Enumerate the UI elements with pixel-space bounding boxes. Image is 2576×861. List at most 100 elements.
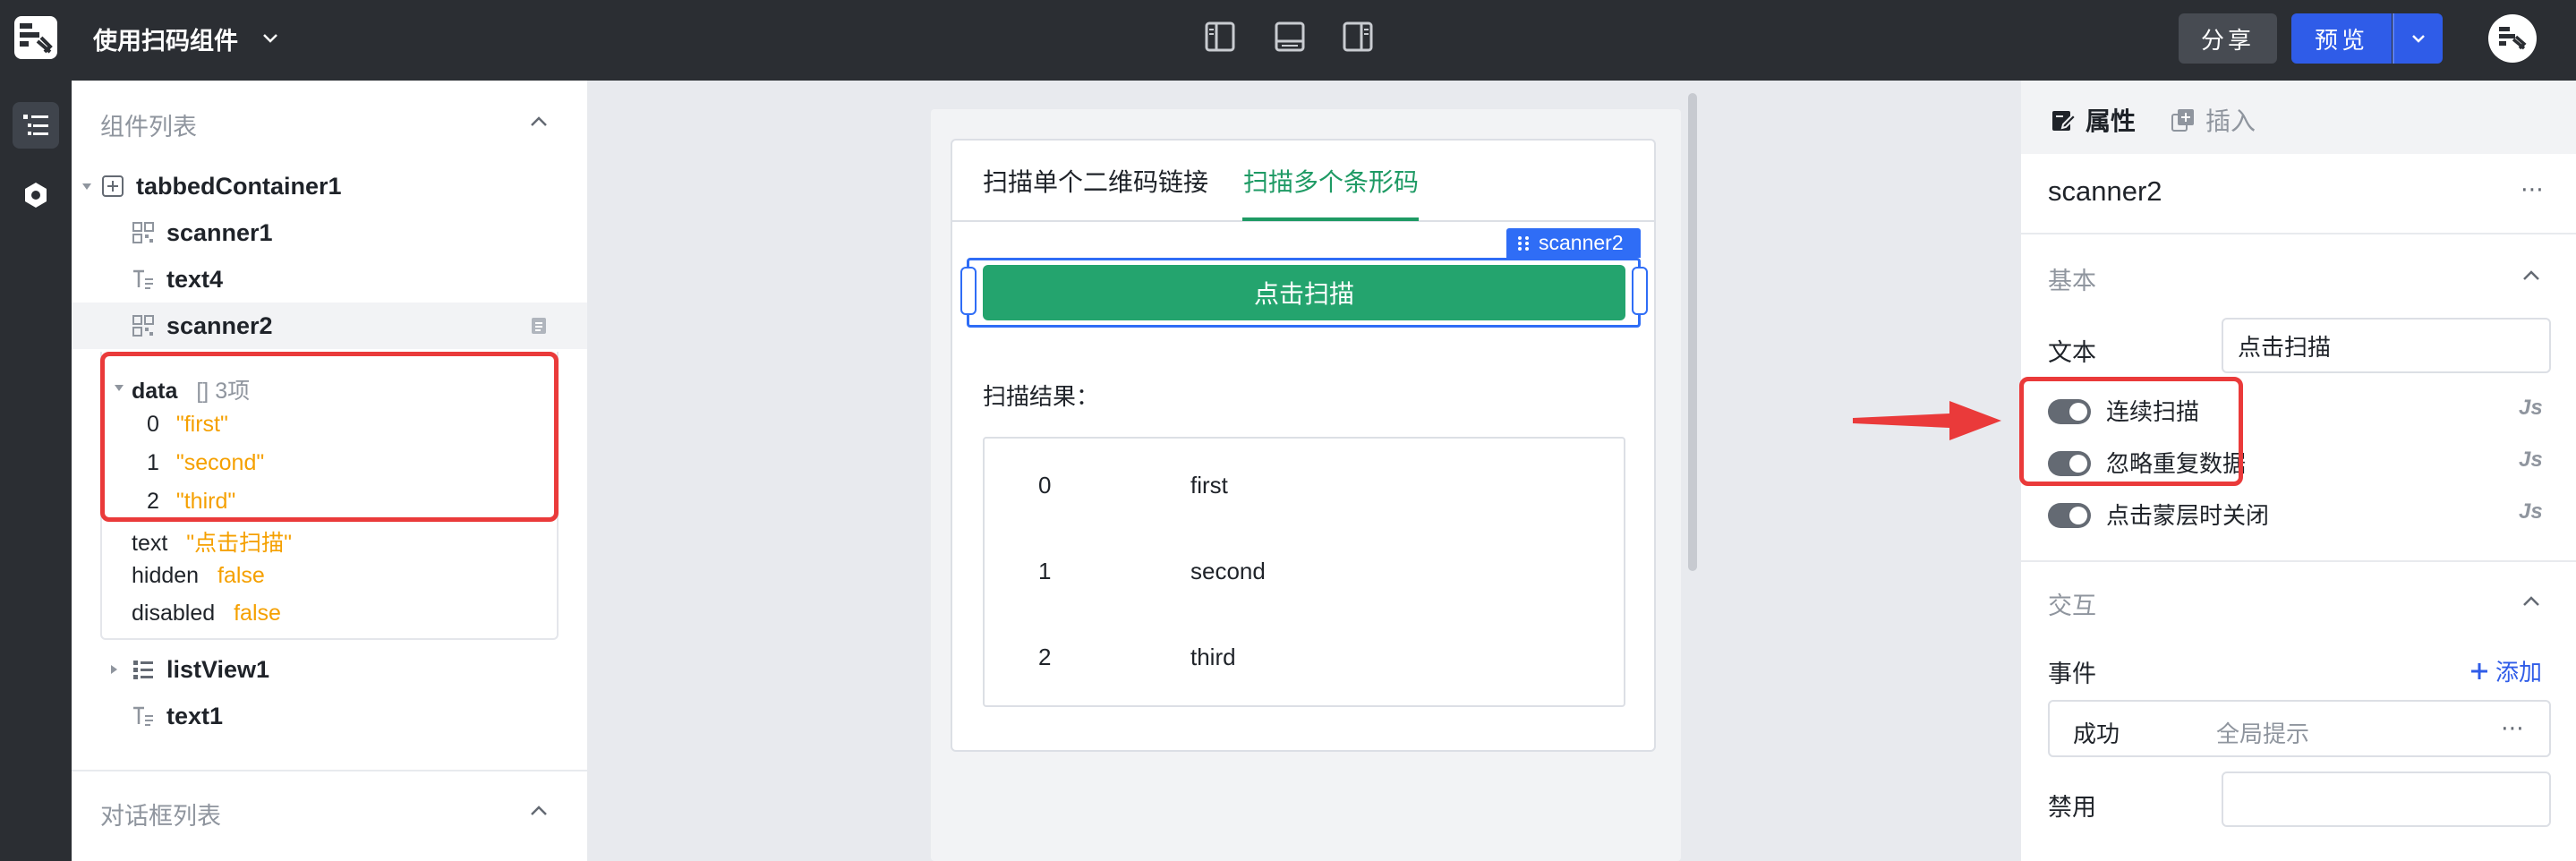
tab-properties[interactable]: 属性: [2050, 102, 2136, 138]
highlight-data-box: [100, 352, 559, 522]
js-binding-icon[interactable]: Js: [2519, 499, 2543, 524]
left-sidebar-toggle-icon[interactable]: [1203, 20, 1237, 54]
result-index: 1: [1038, 558, 1052, 584]
event-name: 成功: [2073, 720, 2120, 747]
qrcode-icon: [132, 315, 154, 337]
tree-item-tabbedContainer1[interactable]: tabbedContainer1: [72, 163, 587, 209]
js-binding-icon[interactable]: Js: [2519, 448, 2543, 473]
text-icon: [133, 706, 153, 726]
prop-text-row: text "点击扫描": [132, 525, 292, 558]
right-sidebar-toggle-icon[interactable]: [1341, 20, 1375, 54]
js-binding-icon[interactable]: Js: [2519, 396, 2543, 421]
result-value: first: [1190, 472, 1228, 499]
tree-item-label: scanner2: [166, 311, 273, 339]
close-on-mask-toggle[interactable]: [2048, 503, 2091, 528]
edit-properties-icon: [2052, 111, 2077, 131]
insert-icon: [2171, 109, 2194, 132]
prop-key: disabled: [132, 601, 216, 626]
tree-item-label: tabbedContainer1: [136, 172, 342, 200]
add-event-button[interactable]: 添加: [2469, 654, 2542, 687]
chevron-up-icon[interactable]: [526, 798, 551, 823]
tree-item-scanner2[interactable]: scanner2: [72, 303, 587, 349]
app-title[interactable]: 使用扫码组件: [93, 21, 238, 56]
text-icon: [133, 269, 153, 289]
result-index: 0: [1038, 472, 1052, 499]
result-value: third: [1190, 644, 1236, 670]
chevron-down-icon: [2412, 35, 2425, 43]
text-field-input[interactable]: 点击扫描: [2222, 318, 2551, 373]
tree-item-label: scanner1: [166, 218, 273, 246]
divider: [2021, 560, 2576, 562]
prop-value: false: [218, 563, 265, 588]
disable-input[interactable]: [2222, 771, 2551, 827]
container-icon: [102, 175, 124, 197]
interaction-section-header[interactable]: 交互: [2048, 586, 2096, 621]
tree-item-text4[interactable]: text4: [72, 256, 587, 303]
caret-down-icon[interactable]: [81, 180, 93, 192]
resize-handle-left[interactable]: [960, 267, 977, 315]
chevron-up-icon[interactable]: [526, 109, 551, 134]
scan-result-list: [983, 437, 1625, 707]
disable-label: 禁用: [2048, 794, 2096, 821]
text-field-label: 文本: [2048, 339, 2096, 366]
tab-scan-qr[interactable]: 扫描单个二维码链接: [983, 163, 1208, 199]
add-event-label: 添加: [2495, 659, 2543, 686]
chevron-up-icon[interactable]: [2519, 589, 2544, 614]
canvas-scrollbar[interactable]: [1688, 93, 1697, 571]
resize-handle-right[interactable]: [1632, 267, 1648, 315]
scan-button[interactable]: 点击扫描: [983, 265, 1625, 320]
preview-button[interactable]: 预览: [2291, 13, 2392, 64]
component-name-title[interactable]: scanner2: [2048, 175, 2162, 208]
divider: [2021, 233, 2576, 234]
tree-item-text1[interactable]: text1: [72, 693, 587, 739]
plugin-hexagon-icon[interactable]: [13, 172, 59, 218]
prop-hidden-row: hidden false: [132, 563, 265, 589]
annotation-arrow-icon: [1853, 401, 2001, 440]
preview-dropdown-button[interactable]: [2393, 13, 2443, 64]
document-icon[interactable]: [528, 315, 550, 337]
icon-rail: [0, 81, 72, 861]
prop-disabled-row: disabled false: [132, 601, 281, 627]
result-value: second: [1190, 558, 1266, 584]
prop-value: false: [234, 601, 281, 626]
tree-item-label: text1: [166, 702, 224, 729]
user-avatar[interactable]: [2488, 14, 2537, 63]
caret-right-icon[interactable]: [107, 663, 120, 676]
section-divider: [72, 770, 587, 771]
bottom-panel-toggle-icon[interactable]: [1273, 20, 1307, 54]
scan-result-label: 扫描结果：: [983, 383, 1100, 410]
tab-insert-label: 插入: [2205, 107, 2256, 135]
share-button[interactable]: 分享: [2179, 13, 2277, 64]
highlight-toggles-box: [2019, 377, 2243, 486]
tab-insert[interactable]: 插入: [2170, 102, 2256, 138]
top-bar: 使用扫码组件 分享 预览: [0, 0, 2576, 81]
component-tree-icon[interactable]: [13, 102, 59, 149]
prop-value: "点击扫描": [186, 531, 292, 556]
basic-section-header[interactable]: 基本: [2048, 261, 2096, 296]
list-icon: [133, 661, 153, 679]
close-on-mask-label: 点击蒙层时关闭: [2106, 502, 2270, 529]
active-tab-indicator: [1242, 217, 1419, 221]
event-more-options-icon[interactable]: ⋯: [2501, 714, 2526, 742]
selected-component-tag[interactable]: scanner2: [1506, 228, 1641, 258]
tree-item-scanner1[interactable]: scanner1: [72, 209, 587, 256]
tree-item-listView1[interactable]: listView1: [72, 646, 587, 693]
tree-item-label: listView1: [166, 655, 270, 683]
prop-key: text: [132, 531, 168, 556]
more-options-icon[interactable]: ⋯: [2521, 175, 2546, 203]
app-logo-icon[interactable]: [14, 16, 57, 59]
tab-properties-label: 属性: [2086, 107, 2137, 135]
prop-key: hidden: [132, 563, 200, 588]
event-action: 全局提示: [2216, 720, 2310, 747]
result-index: 2: [1038, 644, 1052, 670]
component-list-header: 组件列表: [100, 114, 197, 141]
events-label: 事件: [2048, 661, 2096, 687]
drag-handle-icon[interactable]: [1515, 234, 1531, 252]
selected-component-name: scanner2: [1539, 231, 1624, 254]
chevron-up-icon[interactable]: [2519, 263, 2544, 288]
plus-icon: [2471, 662, 2487, 679]
component-list-panel: 组件列表 tabbedContainer1 scanner1 text4 sca…: [72, 81, 587, 861]
tab-scan-barcodes[interactable]: 扫描多个条形码: [1243, 163, 1419, 199]
chevron-down-icon[interactable]: [260, 27, 281, 48]
tree-item-label: text4: [166, 265, 224, 293]
